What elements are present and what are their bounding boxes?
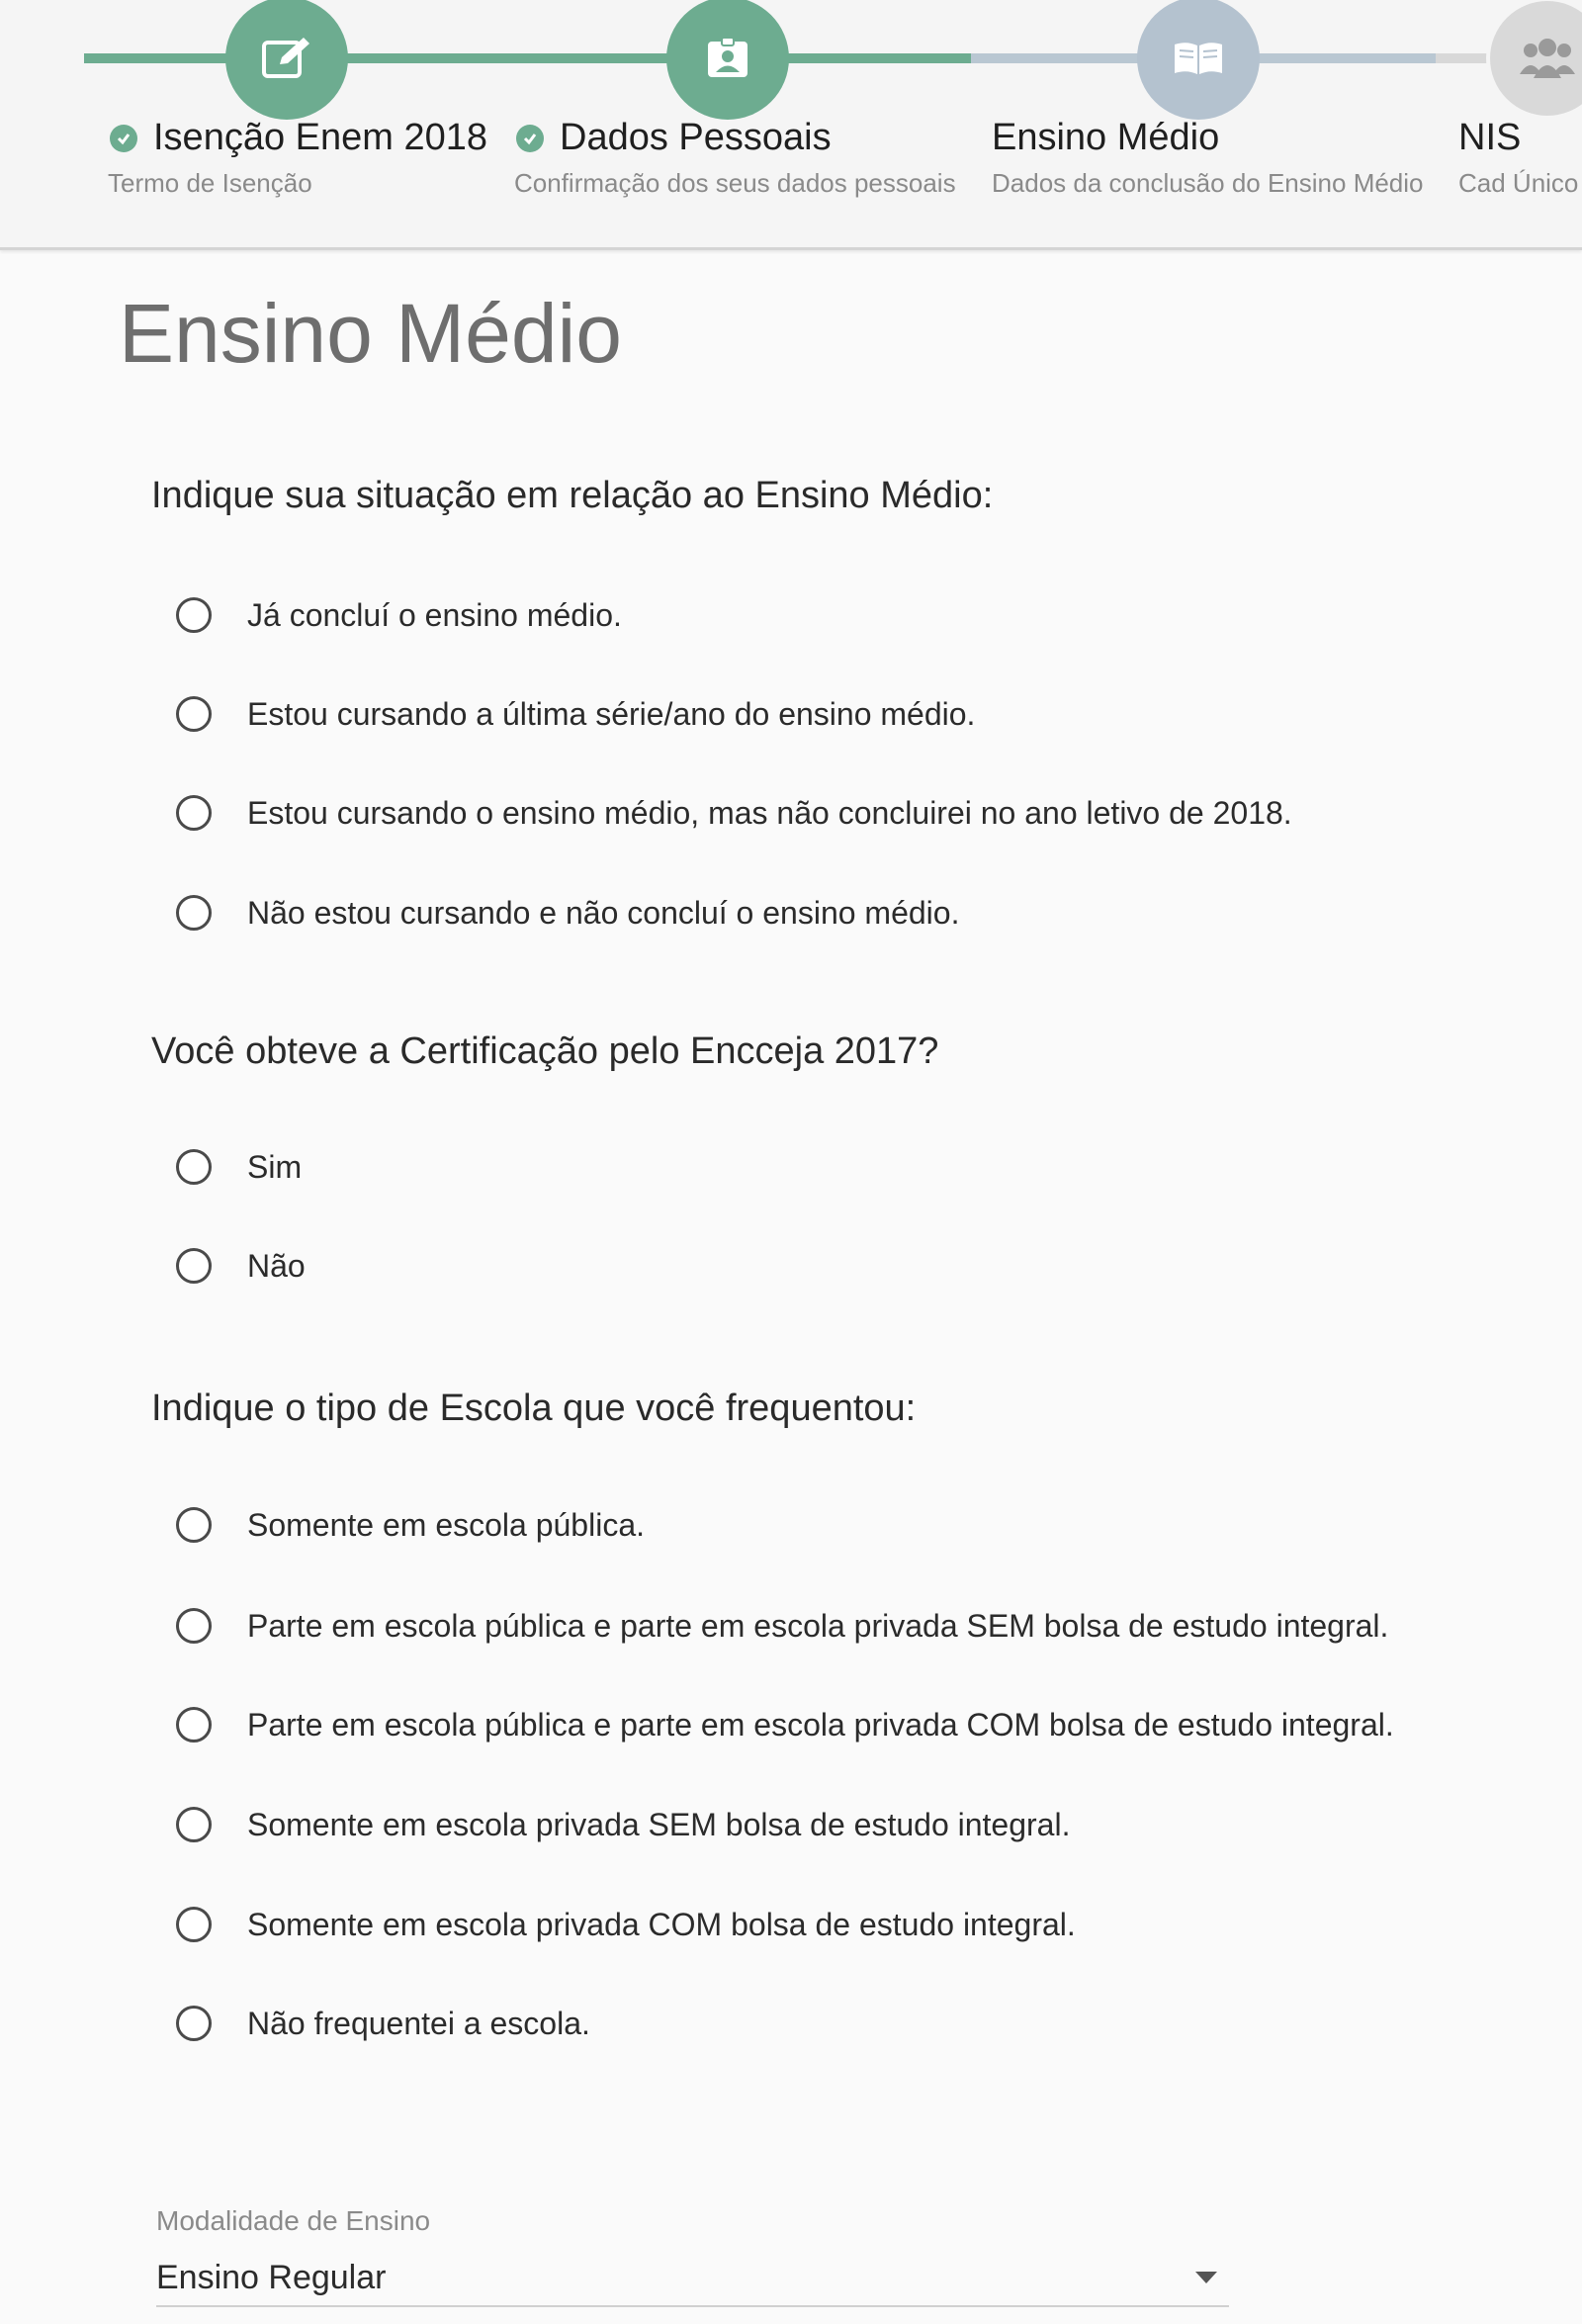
book-icon [1175,43,1222,74]
step-3-subtitle: Dados da conclusão do Ensino Médio [992,168,1424,198]
question-tipo-escola: Indique o tipo de Escola que você freque… [151,1387,917,1429]
check-icon [516,124,544,152]
option-nao-cursando[interactable]: Não estou cursando e não concluí o ensin… [176,891,959,935]
radio-button[interactable] [176,1807,212,1842]
step-3-title[interactable]: Ensino Médio [992,117,1219,159]
option-cursando-nao-concluirei[interactable]: Estou cursando o ensino médio, mas não c… [176,791,1292,835]
option-privada-com-bolsa[interactable]: Somente em escola privada COM bolsa de e… [176,1903,1076,1946]
edit-icon [262,38,309,78]
stepper-track-complete [84,53,971,63]
option-escola-publica[interactable]: Somente em escola pública. [176,1503,645,1547]
step-1-label: Isenção Enem 2018 [153,117,488,158]
question-ensino-medio-situacao: Indique sua situação em relação ao Ensin… [151,475,994,516]
step-2-circle[interactable] [666,0,789,120]
radio-button[interactable] [176,1248,212,1284]
radio-button[interactable] [176,1707,212,1743]
step-2-label: Dados Pessoais [560,117,832,158]
option-nao-frequentei[interactable]: Não frequentei a escola. [176,2002,590,2045]
step-2-subtitle: Confirmação dos seus dados pessoais [514,168,956,198]
option-encceja-nao[interactable]: Não [176,1244,306,1288]
option-label: Estou cursando a última série/ano do ens… [247,695,976,732]
option-label: Não estou cursando e não concluí o ensin… [247,894,960,931]
option-label: Já concluí o ensino médio. [247,596,622,633]
option-label: Somente em escola privada COM bolsa de e… [247,1906,1076,1942]
radio-button[interactable] [176,696,212,732]
step-4-circle[interactable] [1486,0,1582,120]
radio-button[interactable] [176,1608,212,1644]
step-1-subtitle: Termo de Isenção [108,168,312,198]
option-label: Somente em escola pública. [247,1506,645,1543]
dropdown-arrow-icon[interactable] [1195,2272,1217,2283]
question-encceja: Você obteve a Certificação pelo Encceja … [151,1030,939,1072]
radio-button[interactable] [176,1507,212,1543]
page-title: Ensino Médio [119,287,622,380]
step-1-circle[interactable] [225,0,348,120]
option-publica-privada-sem-bolsa[interactable]: Parte em escola pública e parte em escol… [176,1604,1388,1648]
option-ja-conclui[interactable]: Já concluí o ensino médio. [176,593,622,637]
option-privada-sem-bolsa[interactable]: Somente em escola privada SEM bolsa de e… [176,1803,1070,1846]
option-encceja-sim[interactable]: Sim [176,1145,302,1189]
option-cursando-ultima-serie[interactable]: Estou cursando a última série/ano do ens… [176,692,975,736]
step-4-subtitle: Cad Único [1458,168,1579,198]
option-label: Somente em escola privada SEM bolsa de e… [247,1806,1071,1842]
check-icon [110,124,137,152]
option-label: Estou cursando o ensino médio, mas não c… [247,794,1292,831]
radio-button[interactable] [176,1907,212,1942]
id-badge-icon [708,37,747,77]
step-1-title[interactable]: Isenção Enem 2018 [110,117,487,159]
radio-button[interactable] [176,2006,212,2041]
option-publica-privada-com-bolsa[interactable]: Parte em escola pública e parte em escol… [176,1703,1394,1746]
option-label: Não [247,1247,306,1284]
radio-button[interactable] [176,795,212,831]
radio-button[interactable] [176,895,212,931]
modalidade-selected-value: Ensino Regular [156,2258,387,2296]
option-label: Parte em escola pública e parte em escol… [247,1607,1389,1644]
step-4-title[interactable]: NIS [1458,117,1521,159]
radio-button[interactable] [176,1149,212,1185]
step-3-circle[interactable] [1137,0,1260,120]
option-label: Sim [247,1148,303,1185]
modalidade-label: Modalidade de Ensino [156,2205,431,2236]
modalidade-select[interactable]: Ensino Regular [156,2250,1229,2307]
option-label: Não frequentei a escola. [247,2005,590,2041]
step-2-title[interactable]: Dados Pessoais [516,117,832,159]
option-label: Parte em escola pública e parte em escol… [247,1706,1394,1743]
users-icon [1520,39,1575,78]
progress-stepper: Isenção Enem 2018 Termo de Isenção Dados… [0,0,1582,250]
radio-button[interactable] [176,597,212,633]
